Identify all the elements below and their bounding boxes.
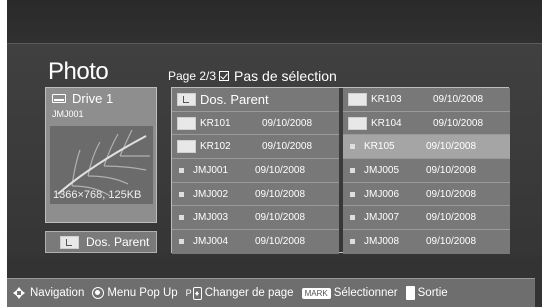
image-resolution: 1366×768, 125KB <box>53 189 142 201</box>
item-date: 09/10/2008 <box>426 188 477 200</box>
item-name: JMJ005 <box>364 164 400 176</box>
item-date: 09/10/2008 <box>262 141 313 153</box>
footer-menu: Menu Pop Up <box>92 287 178 299</box>
parent-folder-icon <box>60 235 79 249</box>
page-number: Page 2/3 <box>168 69 217 83</box>
parent-folder-row[interactable]: Dos. Parent <box>172 88 339 112</box>
item-name: JMJ006 <box>364 188 400 200</box>
exit-label: Sortie <box>417 287 448 299</box>
file-bullet-icon <box>179 215 184 221</box>
item-name: KR101 <box>200 117 231 129</box>
item-name: JMJ008 <box>364 236 400 248</box>
item-date: 09/10/2008 <box>262 117 313 129</box>
page-key-icon: P <box>185 286 202 300</box>
menu-label: Menu Pop Up <box>107 287 178 299</box>
item-date: 09/10/2008 <box>426 236 477 248</box>
parent-folder-icon <box>177 92 196 106</box>
item-name: JMJ002 <box>193 188 229 200</box>
select-label: Sélectionner <box>333 287 398 299</box>
ok-button-icon <box>92 287 105 299</box>
page-title: Photo <box>48 58 109 85</box>
exit-icon <box>405 286 415 300</box>
item-name: KR103 <box>371 93 402 105</box>
footer-help-bar: Navigation Menu Pop Up P Changer de page… <box>7 278 535 307</box>
file-column-right: KR103 09/10/2008 KR104 09/10/2008 KR105 09/10… <box>343 88 510 254</box>
folder-row[interactable]: KR103 09/10/2008 <box>343 88 510 112</box>
change-page-label: Changer de page <box>204 287 294 299</box>
navigation-arrows-icon <box>11 285 27 301</box>
page-key-letter: P <box>185 288 192 298</box>
preview-file-name: JMJ001 <box>52 109 84 119</box>
folder-icon <box>177 140 196 154</box>
page-info: Page 2/3 Pas de sélection <box>168 68 337 84</box>
footer-change-page: P Changer de page <box>185 286 294 300</box>
drive-icon <box>52 94 66 103</box>
file-row[interactable]: JMJ007 09/10/2008 <box>343 206 510 231</box>
file-row[interactable]: JMJ005 09/10/2008 <box>343 159 510 183</box>
mark-key-icon: MARK <box>301 287 331 299</box>
file-bullet-icon <box>179 191 184 197</box>
file-row[interactable]: JMJ008 09/10/2008 <box>343 230 510 254</box>
file-bullet-icon <box>179 239 184 245</box>
drive-label: Drive 1 <box>52 91 113 106</box>
folder-icon <box>177 116 196 130</box>
photo-thumbnail: 1366×768, 125KB <box>50 126 153 204</box>
folder-row[interactable]: KR104 09/10/2008 <box>343 111 510 136</box>
file-row[interactable]: JMJ001 09/10/2008 <box>172 159 339 183</box>
folder-icon <box>348 116 367 130</box>
footer-navigation: Navigation <box>11 285 84 301</box>
top-band <box>7 0 542 44</box>
file-row[interactable]: JMJ002 09/10/2008 <box>172 182 339 207</box>
item-date: 09/10/2008 <box>426 141 477 153</box>
item-date: 09/10/2008 <box>433 117 484 129</box>
selection-status: Pas de sélection <box>234 68 337 84</box>
selection-checkbox-icon[interactable] <box>219 71 230 81</box>
parent-folder-label: Dos. Parent <box>86 235 150 249</box>
file-grid: Dos. Parent KR101 09/10/2008 KR102 09/10/200… <box>171 87 510 254</box>
file-bullet-icon <box>350 191 355 197</box>
item-date: 09/10/2008 <box>433 93 484 105</box>
item-date: 09/10/2008 <box>255 236 306 248</box>
navigation-label: Navigation <box>30 287 85 299</box>
file-bullet-icon <box>350 239 355 245</box>
item-name: KR102 <box>200 141 231 153</box>
file-bullet-icon <box>350 167 355 173</box>
folder-row[interactable]: KR101 09/10/2008 <box>172 111 339 136</box>
folder-icon <box>348 92 367 106</box>
drive-name: Drive 1 <box>72 91 114 106</box>
folder-row[interactable]: KR102 09/10/2008 <box>172 135 339 160</box>
item-name: JMJ007 <box>364 212 400 224</box>
file-row[interactable]: JMJ006 09/10/2008 <box>343 182 510 207</box>
file-bullet-icon <box>350 215 355 221</box>
item-name: JMJ003 <box>193 212 229 224</box>
item-date: 09/10/2008 <box>255 212 306 224</box>
item-name: KR105 <box>364 141 395 153</box>
footer-select: MARK Sélectionner <box>301 287 398 299</box>
item-name: JMJ004 <box>193 236 229 248</box>
item-date: 09/10/2008 <box>255 188 306 200</box>
page-up-down-icon <box>192 286 202 300</box>
file-row[interactable]: JMJ004 09/10/2008 <box>172 230 339 254</box>
item-date: 09/10/2008 <box>426 212 477 224</box>
footer-exit: Sortie <box>405 286 448 300</box>
item-name: Dos. Parent <box>200 91 269 107</box>
item-name: KR104 <box>371 117 402 129</box>
file-row[interactable]: KR105 09/10/2008 <box>343 135 510 160</box>
item-name: JMJ001 <box>193 164 229 176</box>
file-bullet-icon <box>179 167 184 173</box>
file-row[interactable]: JMJ003 09/10/2008 <box>172 206 339 231</box>
preview-panel: Drive 1 JMJ001 1366×768, 125KB <box>45 87 157 223</box>
item-date: 09/10/2008 <box>255 164 306 176</box>
item-date: 09/10/2008 <box>426 164 477 176</box>
file-column-left: Dos. Parent KR101 09/10/2008 KR102 09/10/200… <box>172 88 339 254</box>
file-bullet-icon <box>350 144 355 150</box>
parent-folder-button[interactable]: Dos. Parent <box>45 231 157 253</box>
